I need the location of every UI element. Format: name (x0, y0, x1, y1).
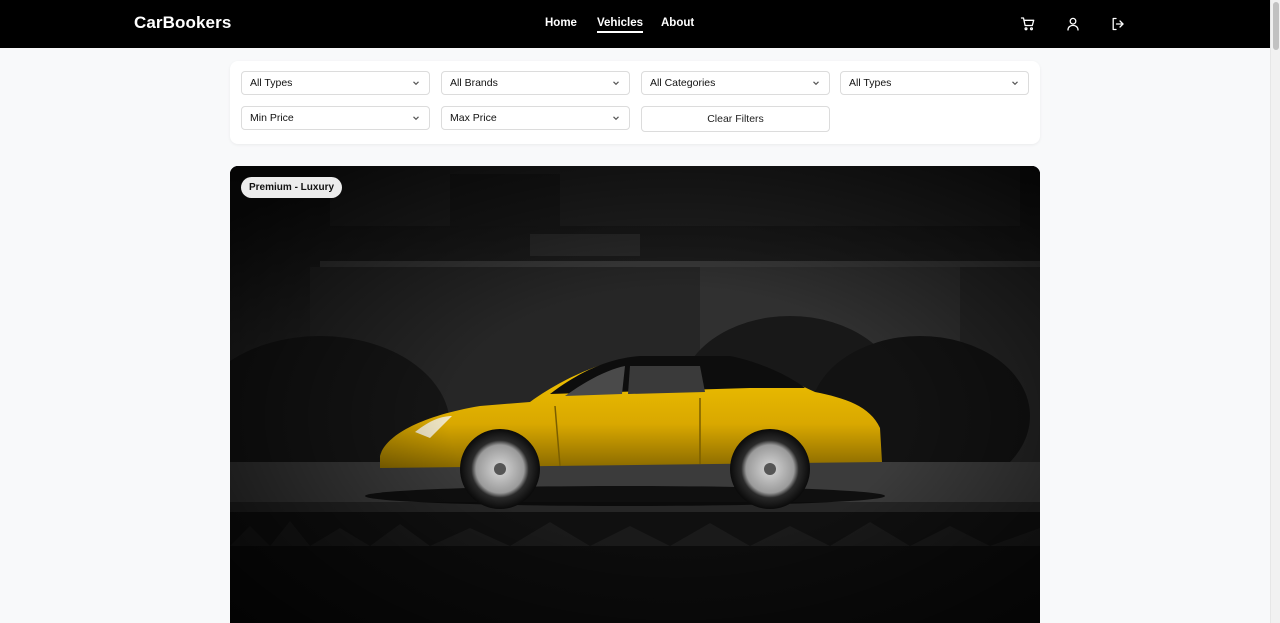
chevron-down-icon (813, 81, 819, 86)
nav-link-home[interactable]: Home (545, 17, 577, 29)
logout-icon[interactable] (1110, 16, 1126, 32)
chevron-down-icon (1012, 81, 1018, 86)
type-filter-select-2[interactable]: All Types (840, 71, 1029, 95)
vehicle-category-badge: Premium - Luxury (241, 177, 343, 198)
clear-filters-button[interactable]: Clear Filters (641, 106, 830, 132)
select-value: All Types (250, 77, 293, 89)
select-value: All Brands (450, 77, 498, 89)
select-value: Max Price (450, 112, 497, 124)
cart-icon[interactable] (1020, 16, 1036, 32)
select-value: Min Price (250, 112, 294, 124)
brand-logo[interactable]: CarBookers (134, 13, 231, 33)
select-value: All Categories (650, 77, 716, 89)
chevron-down-icon (413, 116, 419, 121)
scrollbar-thumb[interactable] (1273, 2, 1279, 50)
page-scrollbar[interactable] (1270, 0, 1280, 623)
type-filter-select[interactable]: All Types (241, 71, 430, 95)
select-value: All Types (849, 77, 892, 89)
max-price-select[interactable]: Max Price (441, 106, 630, 130)
category-filter-select[interactable]: All Categories (641, 71, 830, 95)
chevron-down-icon (613, 81, 619, 86)
user-icon[interactable] (1065, 16, 1081, 32)
min-price-select[interactable]: Min Price (241, 106, 430, 130)
filters-panel: All Types All Brands All Categories All … (230, 61, 1040, 144)
nav-link-vehicles[interactable]: Vehicles (597, 17, 644, 33)
chevron-down-icon (413, 81, 419, 86)
brand-filter-select[interactable]: All Brands (441, 71, 630, 95)
nav-link-about[interactable]: About (661, 17, 694, 29)
top-navbar: CarBookers Home Vehicles About (0, 0, 1270, 48)
vehicle-card[interactable]: Premium - Luxury (230, 166, 1040, 623)
vehicle-photo (230, 166, 1040, 623)
chevron-down-icon (613, 116, 619, 121)
